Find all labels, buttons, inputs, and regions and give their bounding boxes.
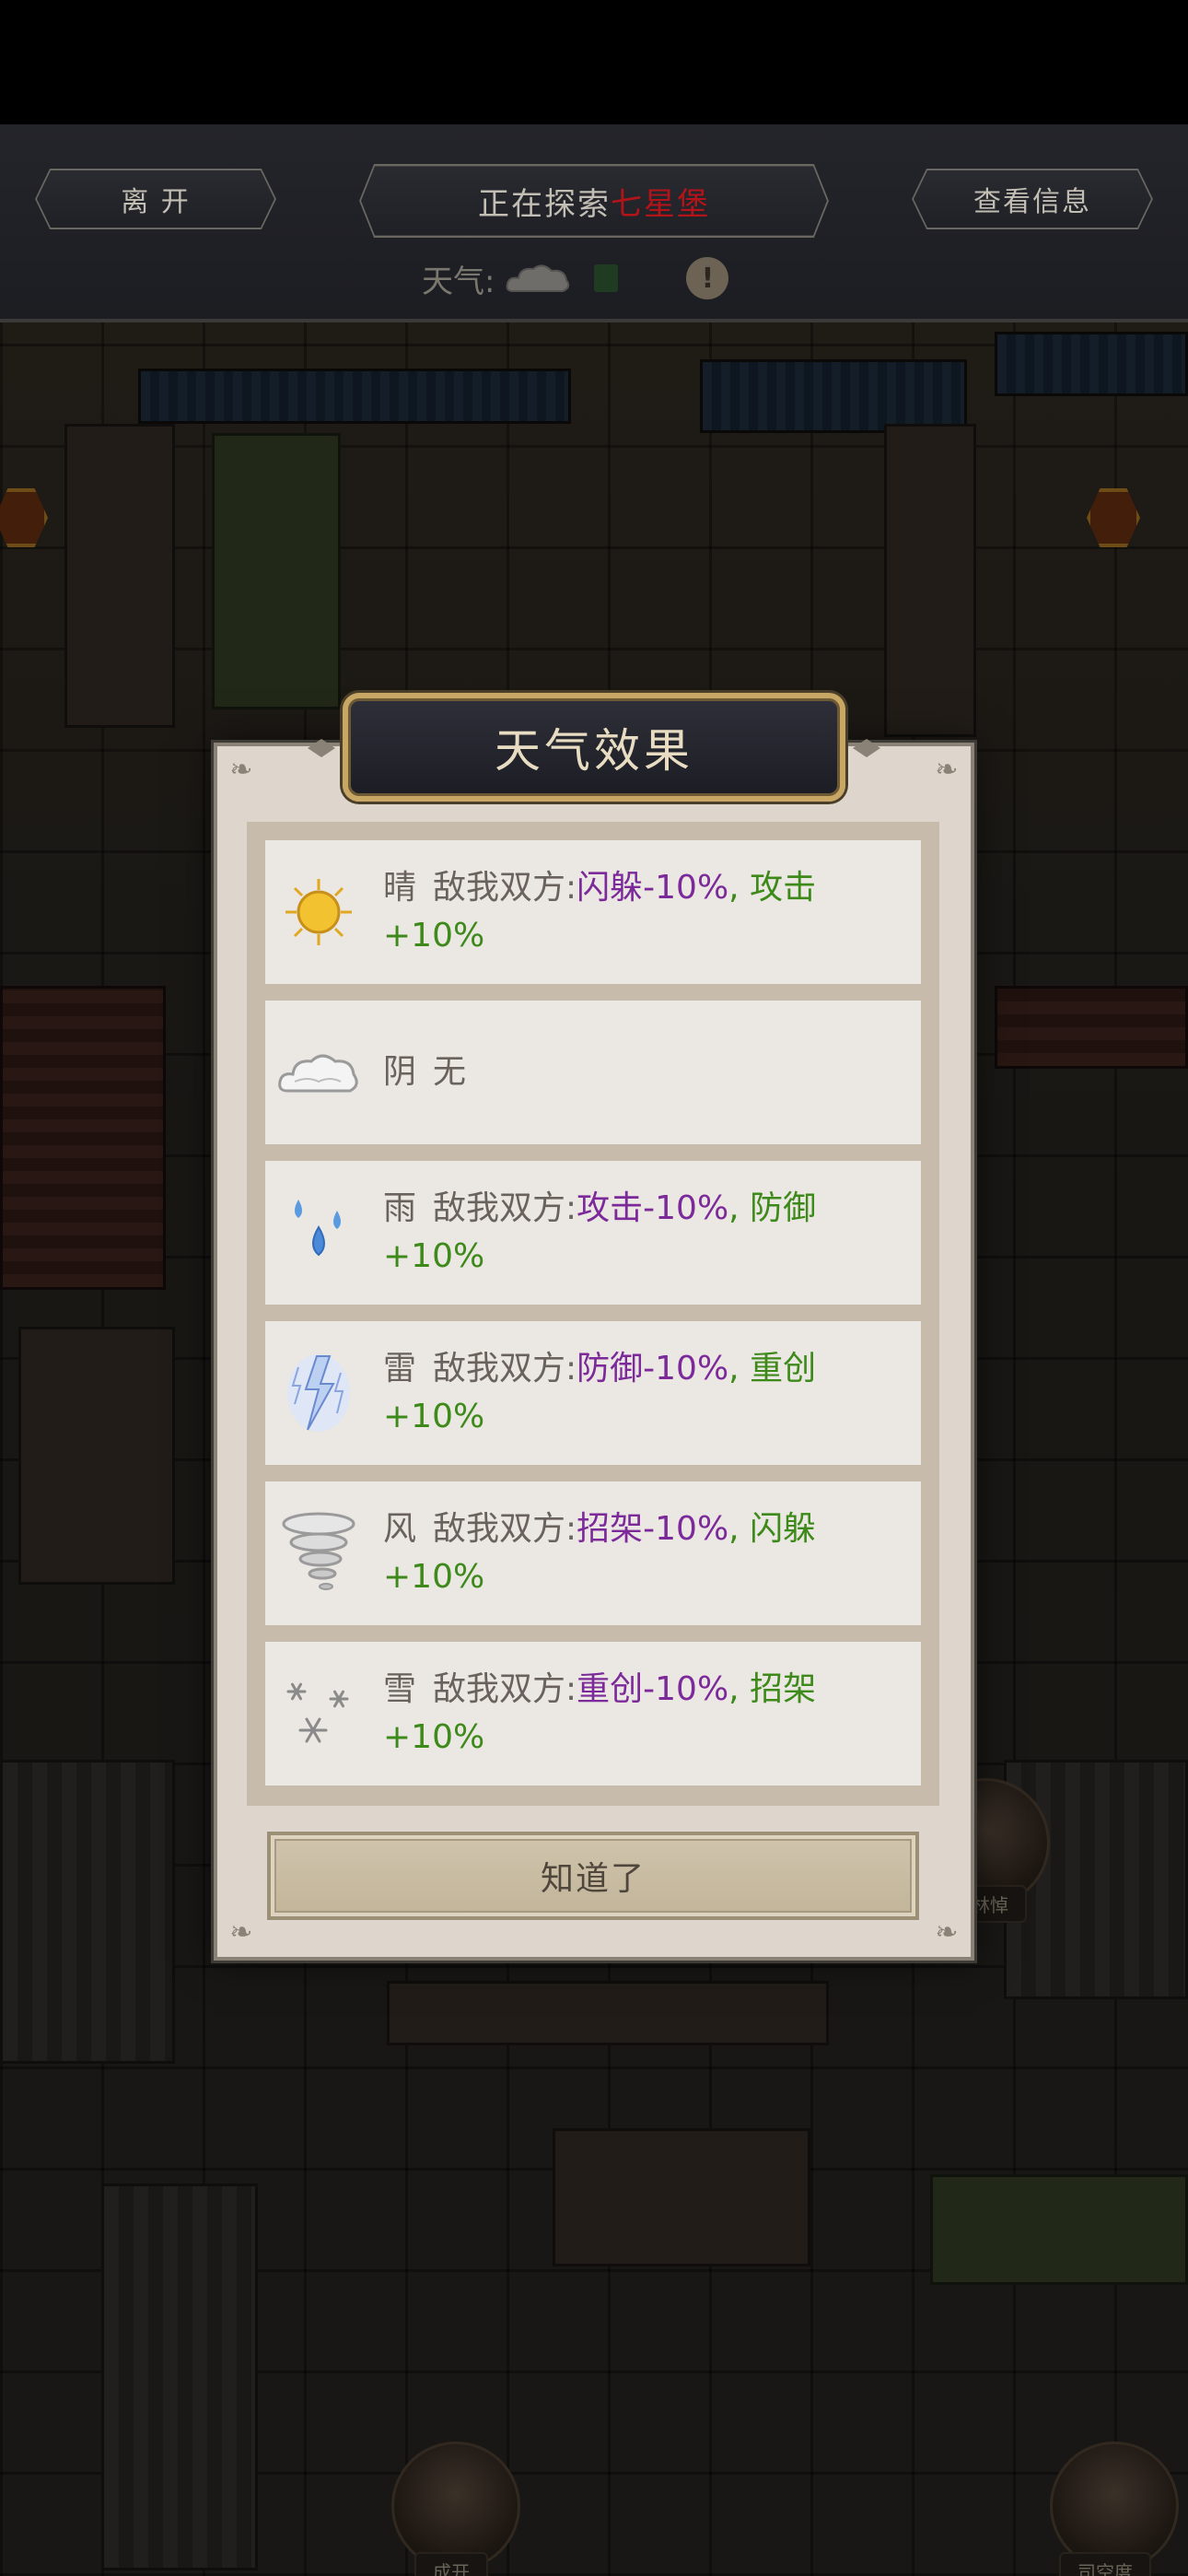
confirm-button[interactable]: 知道了 bbox=[267, 1832, 919, 1920]
negative-effect: 重创-10% bbox=[577, 1670, 729, 1708]
positive-effect-stat: 防御 bbox=[750, 1189, 817, 1227]
list-item-wind: 风敌我双方:招架-10%, 闪躲 +10% bbox=[265, 1481, 921, 1625]
buff-indicator bbox=[594, 264, 619, 292]
location-name: 七星堡 bbox=[611, 185, 710, 223]
weather-name: 雨 bbox=[383, 1189, 417, 1227]
snow-icon bbox=[286, 1682, 349, 1743]
leave-button[interactable]: 离 开 bbox=[35, 169, 276, 229]
positive-effect-stat: 攻击 bbox=[750, 869, 817, 907]
weather-name: 雷 bbox=[383, 1350, 417, 1388]
effect-separator: , bbox=[728, 1189, 751, 1227]
effect-target: 敌我双方: bbox=[433, 1189, 577, 1227]
effect-target: 敌我双方: bbox=[433, 869, 577, 907]
weather-indicator[interactable]: 天气: ! bbox=[422, 251, 729, 306]
positive-effect-stat: 闪躲 bbox=[750, 1510, 817, 1548]
effect-separator: , bbox=[728, 1510, 751, 1548]
sun-icon bbox=[285, 879, 352, 945]
view-info-button[interactable]: 查看信息 bbox=[912, 169, 1153, 229]
effect-target: 敌我双方: bbox=[433, 1670, 577, 1708]
list-item-snow: 雪敌我双方:重创-10%, 招架 +10% bbox=[265, 1642, 921, 1786]
cloud-icon bbox=[278, 1054, 358, 1093]
weather-effects-list: 晴敌我双方:闪躲-10%, 攻击 +10% 阴无 雨敌我双方:攻击-10%, 防… bbox=[247, 822, 939, 1806]
corner-ornament-icon: ❧ bbox=[935, 754, 959, 786]
dialog-title: 天气效果 bbox=[343, 693, 845, 802]
effect-separator: , bbox=[728, 1670, 751, 1708]
cloud-icon bbox=[507, 264, 570, 292]
exploring-banner: 正在探索 七星堡 bbox=[359, 164, 829, 238]
weather-name: 阴 bbox=[383, 1053, 417, 1091]
positive-effect-value: +10% bbox=[383, 1237, 485, 1275]
list-item-sunny: 晴敌我双方:闪躲-10%, 攻击 +10% bbox=[265, 840, 921, 984]
negative-effect: 招架-10% bbox=[577, 1510, 729, 1548]
corner-ornament-icon: ❧ bbox=[229, 754, 253, 786]
negative-effect: 防御-10% bbox=[577, 1350, 729, 1388]
effect-target: 敌我双方: bbox=[433, 1510, 577, 1548]
effect-none: 无 bbox=[433, 1053, 467, 1091]
lightning-icon bbox=[287, 1354, 350, 1432]
view-info-label: 查看信息 bbox=[973, 186, 1091, 218]
positive-effect-value: +10% bbox=[383, 917, 485, 954]
weather-label: 天气: bbox=[422, 263, 495, 300]
exploring-prefix: 正在探索 bbox=[478, 185, 611, 223]
weather-name: 晴 bbox=[383, 869, 417, 907]
effect-separator: , bbox=[728, 1350, 751, 1388]
alert-icon[interactable]: ! bbox=[686, 257, 729, 299]
list-item-thunder: 雷敌我双方:防御-10%, 重创 +10% bbox=[265, 1321, 921, 1465]
weather-name: 雪 bbox=[383, 1670, 417, 1708]
positive-effect-value: +10% bbox=[383, 1398, 485, 1435]
positive-effect-stat: 重创 bbox=[750, 1350, 817, 1388]
effect-target: 敌我双方: bbox=[433, 1350, 577, 1388]
list-item-cloudy: 阴无 bbox=[265, 1001, 921, 1144]
effect-separator: , bbox=[728, 869, 751, 907]
list-item-rain: 雨敌我双方:攻击-10%, 防御 +10% bbox=[265, 1161, 921, 1305]
corner-ornament-icon: ❧ bbox=[935, 1916, 959, 1949]
positive-effect-value: +10% bbox=[383, 1718, 485, 1756]
wind-icon bbox=[282, 1512, 355, 1590]
leave-button-label: 离 开 bbox=[121, 186, 191, 218]
positive-effect-stat: 招架 bbox=[750, 1670, 817, 1708]
corner-ornament-icon: ❧ bbox=[229, 1916, 253, 1949]
rain-icon bbox=[295, 1200, 341, 1257]
negative-effect: 闪躲-10% bbox=[577, 869, 729, 907]
negative-effect: 攻击-10% bbox=[577, 1189, 729, 1227]
positive-effect-value: +10% bbox=[383, 1558, 485, 1596]
weather-name: 风 bbox=[383, 1510, 417, 1548]
